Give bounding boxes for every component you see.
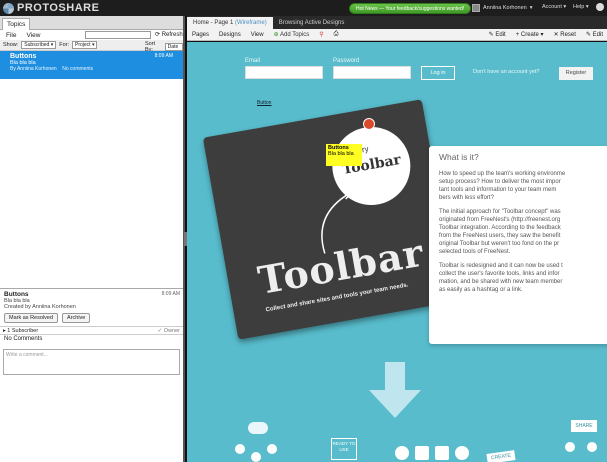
login-button[interactable]: Log in xyxy=(421,66,455,80)
logo-icon xyxy=(3,2,14,14)
account-menu[interactable]: Account ▾ xyxy=(542,4,566,10)
follow-status: ✓ Owner xyxy=(157,327,180,334)
edit-mode-button[interactable]: ✎ Edit xyxy=(586,31,603,38)
info-heading: What is it? xyxy=(439,152,479,162)
reset-button[interactable]: ✕ Reset xyxy=(554,31,576,38)
topic-meta: By Anniina Korhonen No comments xyxy=(10,66,94,72)
add-topics-button[interactable]: ⊕ Add Topics xyxy=(274,31,310,38)
share-person-icon xyxy=(565,442,575,452)
subscribers-row[interactable]: ▸ 1 Subscriber ✓ Owner xyxy=(0,326,183,335)
globe-icon[interactable] xyxy=(596,3,604,11)
create-badge: CREATE xyxy=(486,450,516,462)
password-field[interactable] xyxy=(333,66,411,79)
list-item[interactable]: Buttons 8:09 AM Bla bla bla By Anniina K… xyxy=(0,51,183,79)
for-label: For: xyxy=(59,42,69,48)
menu-view[interactable]: View xyxy=(26,32,40,39)
info-paragraph-3: Toolbar is redesigned and it can now be … xyxy=(439,263,563,293)
share-badge: SHARE xyxy=(571,420,597,432)
share-person-icon-2 xyxy=(587,442,597,452)
password-label: Password xyxy=(333,58,360,64)
topics-panel: Topics File View ⟳ Refresh Show: Subscri… xyxy=(0,16,185,462)
info-paragraph-2: The initial approach for "Toolbar concep… xyxy=(439,209,561,255)
mark-resolved-button[interactable]: Mark as Resolved xyxy=(4,313,59,323)
show-select[interactable]: Subscribed ▾ xyxy=(21,41,57,49)
user-icon xyxy=(395,446,409,460)
user-menu[interactable]: Anniina Korhonen ▾ xyxy=(472,4,533,12)
sort-select[interactable]: Date ▾ xyxy=(164,43,183,57)
topics-menu: File View ⟳ Refresh xyxy=(0,30,183,40)
ready-to-use-badge: READY TO USE xyxy=(331,438,357,460)
topics-tabbar: Topics xyxy=(0,16,183,30)
info-paragraph-1: How to speed up the team's working envir… xyxy=(439,171,566,201)
comment-input[interactable]: Write a comment... xyxy=(3,349,180,375)
toolbar-view[interactable]: View xyxy=(251,32,264,38)
edit-button[interactable]: ✎ Edit xyxy=(489,31,506,38)
search-input[interactable] xyxy=(85,31,151,39)
top-bar: PROTOSHARE Hot News — Your feedback/sugg… xyxy=(0,0,607,16)
register-button[interactable]: Register xyxy=(559,67,593,80)
tab-topics[interactable]: Topics xyxy=(2,18,31,30)
topic-detail: Buttons 8:09 AM Bla bla bla Created by A… xyxy=(0,289,183,326)
menu-file[interactable]: File xyxy=(6,32,16,39)
filter-bar: Show: Subscribed ▾ For: Project ▾ Sort B… xyxy=(0,40,183,57)
editor-toolbar: Pages Designs View ⊕ Add Topics ⚲ ⎙ ✎ Ed… xyxy=(187,29,607,41)
topic-pin-icon[interactable] xyxy=(363,118,375,130)
email-field[interactable] xyxy=(245,66,323,79)
topics-list-empty xyxy=(0,79,183,289)
protoshare-logo[interactable]: PROTOSHARE xyxy=(3,2,99,14)
email-label: Email xyxy=(245,58,261,64)
tool-icon xyxy=(415,446,429,460)
print-icon[interactable]: ⎙ xyxy=(334,31,339,38)
show-label: Show: xyxy=(3,42,19,48)
help-menu[interactable]: Help ▾ xyxy=(573,4,589,10)
detail-created: Created by Anniina Korhonen xyxy=(4,304,76,310)
logo-text: PROTOSHARE xyxy=(17,2,100,14)
info-panel: What is it? How to speed up the team's w… xyxy=(429,146,607,344)
no-comments-label: No Comments xyxy=(4,336,43,342)
page-tabs: Home - Page 1 (Wireframe) Browsing Activ… xyxy=(187,16,607,29)
detail-time: 8:09 AM xyxy=(161,291,180,297)
avatar xyxy=(472,4,480,12)
hot-news-button[interactable]: Hot News — Your feedback/suggestions wan… xyxy=(349,3,472,14)
user-name: Anniina Korhonen xyxy=(483,5,527,11)
team-cloud-icon xyxy=(233,422,279,462)
chevron-down-icon: ▾ xyxy=(529,5,533,11)
detail-title: Buttons xyxy=(4,291,29,298)
person-icon xyxy=(455,446,469,460)
toolbar-designs[interactable]: Designs xyxy=(219,32,241,38)
no-account-text: Don't have an account yet? xyxy=(473,69,540,75)
links-icon[interactable]: ⚲ xyxy=(319,31,323,38)
archive-button[interactable]: Archive xyxy=(62,313,91,323)
note-body: Bla bla bla xyxy=(328,151,354,157)
topic-title: Buttons xyxy=(10,53,37,60)
subscriber-count: 1 Subscriber xyxy=(7,327,39,334)
tab-home-page[interactable]: Home - Page 1 (Wireframe) xyxy=(187,17,273,29)
sticky-note[interactable]: Buttons Bla bla bla xyxy=(326,144,362,166)
toolbar-card: Try Toolbar Toolbar Collect and share si… xyxy=(202,99,458,340)
toolbar-pages[interactable]: Pages xyxy=(192,32,209,38)
document-icon xyxy=(435,446,449,460)
button-link[interactable]: Button xyxy=(257,100,271,106)
for-select[interactable]: Project ▾ xyxy=(72,41,98,49)
create-button[interactable]: + Create ▾ xyxy=(516,31,544,38)
tab-browsing-designs[interactable]: Browsing Active Designs xyxy=(273,17,351,29)
wireframe-canvas: Email Password Log in Don't have an acco… xyxy=(187,42,607,462)
refresh-button[interactable]: ⟳ Refresh xyxy=(155,31,183,38)
topic-time: 8:09 AM xyxy=(154,53,173,59)
